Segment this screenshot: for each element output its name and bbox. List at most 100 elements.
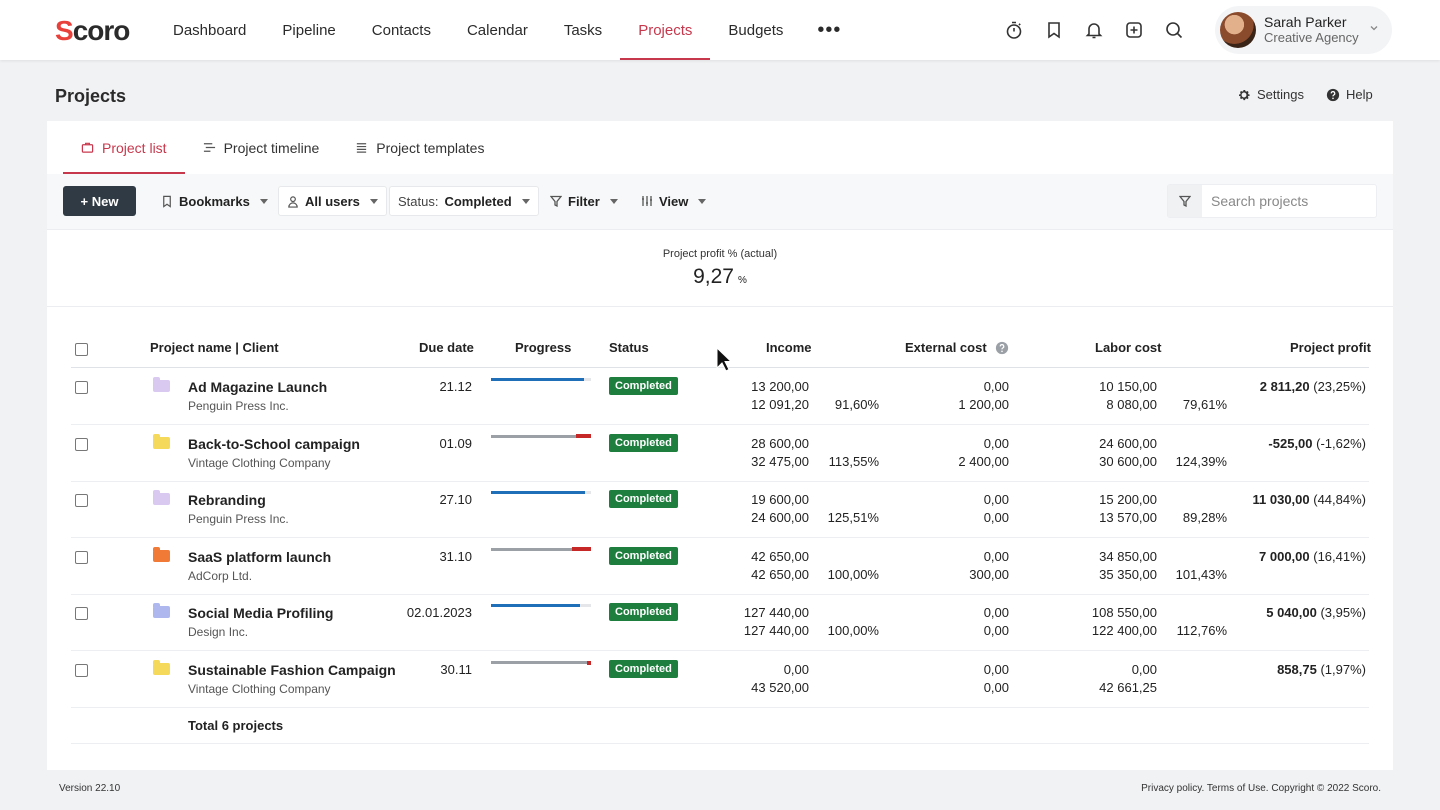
col-status[interactable]: Status [609,340,649,355]
progress-bar [491,660,591,665]
project-name[interactable]: Back-to-School campaign [188,436,360,452]
col-project-profit[interactable]: Project profit [1290,340,1371,355]
add-square-icon[interactable] [1122,18,1146,42]
legal-links[interactable]: Privacy policy. Terms of Use. Copyright … [1141,783,1381,794]
kpi-unit: % [737,275,747,286]
nav-item-contacts[interactable]: Contacts [354,0,449,60]
col-progress[interactable]: Progress [515,340,571,355]
table-row[interactable]: Sustainable Fashion Campaign Vintage Clot… [71,651,1369,708]
project-folder-icon [153,546,170,562]
table-row[interactable]: Social Media Profiling Design Inc. 02.01.2… [71,594,1369,652]
select-all-checkbox[interactable] [75,343,88,356]
project-folder-icon [153,660,170,675]
status-dropdown[interactable]: Status: Completed [389,186,539,216]
nav-item-calendar[interactable]: Calendar [449,0,546,60]
user-organization: Creative Agency [1264,30,1359,45]
progress-bar [491,604,591,608]
row-checkbox[interactable] [75,494,88,508]
client-name[interactable]: AdCorp Ltd. [188,569,252,583]
tab-project-timeline[interactable]: Project timeline [185,121,338,174]
search-box [1167,184,1377,218]
project-name[interactable]: Rebranding [188,492,266,508]
client-name[interactable]: Design Inc. [188,625,248,639]
scoro-logo[interactable]: Scoro [55,15,130,47]
project-name[interactable]: Sustainable Fashion Campaign [188,662,396,678]
bookmarks-dropdown[interactable]: Bookmarks [153,186,276,216]
labor-percent: 124,39% [1175,453,1227,469]
help-icon[interactable] [995,341,1009,355]
col-due-date[interactable]: Due date [419,340,474,355]
kpi-number: 9,27 [693,265,734,288]
help-link[interactable]: Help [1326,87,1373,102]
labor-actual: 42 661,25 [1099,680,1157,695]
labor-planned: 10 150,00 [1099,379,1157,394]
client-name[interactable]: Vintage Clothing Company [188,456,331,470]
filter-dropdown[interactable]: Filter [542,186,626,216]
nav-item-pipeline[interactable]: Pipeline [264,0,353,60]
project-profit: 5 040,00 (3,95%) [1266,605,1366,620]
external-planned: 0,00 [983,548,1009,564]
due-date: 31.10 [439,548,472,564]
chevron-down-icon [1370,26,1378,31]
top-icons [1002,18,1186,42]
row-checkbox[interactable] [75,381,88,394]
table-row[interactable]: Rebranding Penguin Press Inc. 27.10 Comple… [71,481,1369,539]
project-profit: 11 030,00 (44,84%) [1253,492,1367,507]
kpi-value: 9,27% [47,265,1393,289]
table-row[interactable]: Ad Magazine Launch Penguin Press Inc. 21.1… [71,368,1369,425]
nav-item-projects[interactable]: Projects [620,0,711,60]
new-project-button[interactable]: + New [63,186,136,216]
filter-label: Filter [568,193,600,209]
nav-item-dashboard[interactable]: Dashboard [155,0,264,60]
table-row[interactable]: Back-to-School campaign Vintage Clothing … [71,425,1369,482]
income-percent: 100,00% [827,566,879,582]
client-name[interactable]: Penguin Press Inc. [188,399,289,413]
project-name[interactable]: Social Media Profiling [188,605,333,621]
gear-icon [1239,89,1250,100]
col-income[interactable]: Income [766,340,812,355]
search-filter-button[interactable] [1168,185,1202,217]
filter-icon [1179,195,1191,207]
view-dropdown[interactable]: View [633,186,714,216]
external-planned: 0,00 [983,379,1009,394]
col-project-name[interactable]: Project name | Client [150,340,279,355]
project-name[interactable]: Ad Magazine Launch [188,379,327,395]
timer-icon[interactable] [1002,18,1026,42]
labor-actual: 30 600,00 [1099,453,1157,469]
bell-icon[interactable] [1082,18,1106,42]
users-dropdown[interactable]: All users [278,186,387,216]
more-menu-icon[interactable]: ••• [801,0,857,60]
tab-label: Project timeline [223,139,320,156]
row-checkbox[interactable] [75,550,88,564]
row-checkbox[interactable] [75,607,88,621]
row-checkbox[interactable] [75,664,88,677]
income-actual: 127 440,00 [743,623,809,639]
settings-link[interactable]: Settings [1237,87,1304,102]
tab-project-list[interactable]: Project list [63,121,185,174]
status-badge: Completed [609,660,678,678]
project-tabs: Project list Project timeline Project te… [63,121,502,174]
client-name[interactable]: Penguin Press Inc. [188,512,289,526]
labor-planned: 34 850,00 [1099,548,1157,564]
project-name[interactable]: SaaS platform launch [188,549,331,565]
settings-label: Settings [1257,87,1304,102]
table-row[interactable]: SaaS platform launch AdCorp Ltd. 31.10 Com… [71,538,1369,595]
bookmark-icon[interactable] [1042,18,1066,42]
income-planned: 127 440,00 [743,605,809,621]
labor-planned: 108 550,00 [1091,605,1157,621]
col-labor-cost[interactable]: Labor cost [1095,340,1161,355]
client-name[interactable]: Vintage Clothing Company [188,682,331,696]
progress-bar [491,491,591,495]
external-actual: 0,00 [983,680,1009,695]
nav-item-tasks[interactable]: Tasks [546,0,620,60]
income-actual: 42 650,00 [751,566,809,582]
user-menu[interactable]: Sarah Parker Creative Agency [1215,6,1392,54]
profit-percent: (44,84%) [1313,492,1366,508]
col-external-cost[interactable]: External cost [905,340,1009,355]
nav-item-budgets[interactable]: Budgets [710,0,801,60]
tab-project-templates[interactable]: Project templates [337,121,502,174]
search-icon[interactable] [1162,18,1186,42]
search-input[interactable] [1202,193,1372,209]
row-checkbox[interactable] [75,437,88,451]
progress-fill [491,491,585,495]
